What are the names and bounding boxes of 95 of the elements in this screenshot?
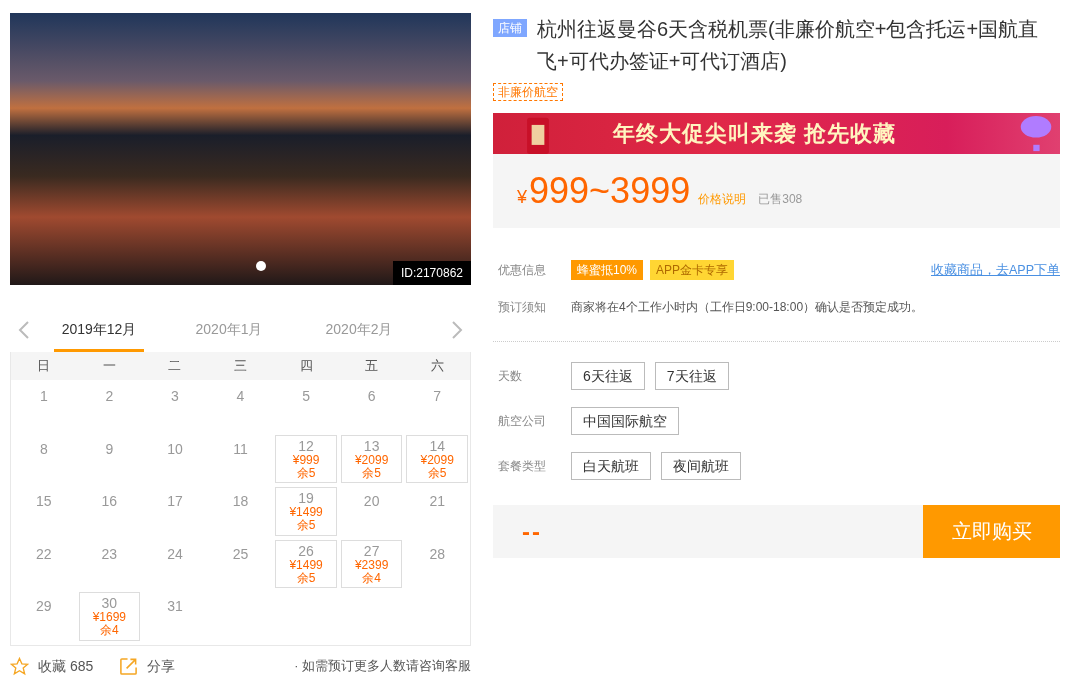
date-stock: 余5 <box>296 571 316 585</box>
date-number: 29 <box>36 599 52 614</box>
carousel-dot[interactable] <box>256 261 266 271</box>
date-price: ¥999 <box>292 453 320 467</box>
date-number: 1 <box>39 389 48 404</box>
shop-badge: 店铺 <box>493 19 527 37</box>
total-price: -- <box>522 517 542 546</box>
date-number: 2 <box>105 389 114 404</box>
option-button[interactable]: 夜间航班 <box>661 452 741 480</box>
price-range: 999~3999 <box>529 170 691 212</box>
date-number: 16 <box>101 494 118 509</box>
date-stock: 余4 <box>100 624 119 637</box>
currency-symbol: ¥ <box>517 187 527 208</box>
date-price: ¥2099 <box>354 453 389 467</box>
date-number: 24 <box>167 546 183 562</box>
price-note-link[interactable]: 价格说明 <box>698 191 747 208</box>
date-number: 9 <box>105 441 114 457</box>
balloon-icon <box>1018 113 1054 154</box>
option-button[interactable]: 白天航班 <box>571 452 651 480</box>
date-number: 23 <box>101 546 118 562</box>
date-cell[interactable]: 27 ¥2399 余4 <box>340 539 403 588</box>
promo-banner[interactable]: 年终大促尖叫来袭 抢先收藏 <box>493 113 1060 154</box>
field-label: 套餐类型 <box>498 457 547 475</box>
star-icon[interactable] <box>10 657 29 676</box>
offer-badge: 蜂蜜抵10% <box>571 260 644 280</box>
date-price: ¥1699 <box>92 611 127 624</box>
date-number: 4 <box>236 389 245 404</box>
date-stock: 余5 <box>296 519 316 532</box>
chevron-left-icon[interactable] <box>18 319 30 340</box>
date-number: 28 <box>429 546 445 562</box>
offer-badge: APP金卡专享 <box>650 260 735 280</box>
date-number: 25 <box>232 546 249 562</box>
date-number: 3 <box>171 389 179 404</box>
image-id-label: ID:2170862 <box>392 261 471 285</box>
date-number: 22 <box>36 546 52 562</box>
month-tab[interactable]: 2020年1月 <box>184 307 274 352</box>
date-price: ¥1499 <box>289 558 323 572</box>
field-label: 预订须知 <box>498 299 547 316</box>
date-number: 11 <box>233 441 248 457</box>
weekday-label: 一 <box>102 357 116 375</box>
date-stock: 余5 <box>427 466 447 480</box>
date-number: 27 <box>363 543 380 559</box>
buy-now-button[interactable]: 立即购买 <box>923 505 1060 558</box>
date-stock: 余5 <box>296 466 316 480</box>
weekday-label: 四 <box>299 357 313 375</box>
date-number: 14 <box>429 438 445 454</box>
option-button[interactable]: 6天往返 <box>571 362 645 390</box>
weekday-label: 五 <box>365 357 379 375</box>
date-cell[interactable]: 26 ¥1499 余5 <box>275 539 337 588</box>
date-price: ¥1499 <box>289 506 323 519</box>
product-tag: 非廉价航空 <box>493 83 563 101</box>
field-label: 航空公司 <box>498 412 547 430</box>
booking-note: · 如需预订更多人数请咨询客服 <box>294 658 471 675</box>
date-number: 8 <box>39 441 48 457</box>
date-cell[interactable]: 14 ¥2099 余5 <box>406 434 468 483</box>
date-number: 21 <box>429 494 445 509</box>
date-number: 6 <box>367 389 376 404</box>
date-number: 15 <box>36 494 52 509</box>
date-number: 30 <box>101 596 118 611</box>
date-cell[interactable]: 13 ¥2099 余5 <box>340 434 403 483</box>
date-number: 7 <box>433 389 442 404</box>
option-button[interactable]: 7天往返 <box>654 362 729 390</box>
field-label: 优惠信息 <box>498 261 547 279</box>
date-number: 20 <box>363 494 380 509</box>
date-price: ¥2099 <box>420 453 454 467</box>
share-icon[interactable] <box>119 657 139 676</box>
date-number: 5 <box>302 389 310 404</box>
sold-count: 已售308 <box>758 191 803 208</box>
date-stock: 余5 <box>362 466 381 480</box>
date-stock: 余4 <box>362 571 381 585</box>
field-label: 天数 <box>498 367 523 385</box>
date-number: 19 <box>298 491 314 506</box>
option-button[interactable]: 中国国际航空 <box>571 407 679 435</box>
product-title: 杭州往返曼谷6天含税机票(非廉价航空+包含托运+国航直飞+可代办签证+可代订酒店) <box>537 17 1040 74</box>
app-order-link[interactable]: 收藏商品，去APP下单 <box>931 261 1060 279</box>
date-number: 13 <box>363 438 380 454</box>
date-cell[interactable]: 30 ¥1699 余4 <box>78 592 141 641</box>
chevron-right-icon[interactable] <box>451 319 463 340</box>
date-cell[interactable]: 12 ¥999 余5 <box>275 434 337 483</box>
month-tab[interactable]: 2020年2月 <box>314 307 404 352</box>
date-number: 31 <box>167 599 183 614</box>
weekday-label: 二 <box>168 357 182 375</box>
date-price: ¥2399 <box>354 558 389 572</box>
weekday-label: 六 <box>430 357 444 375</box>
date-number: 17 <box>167 494 183 509</box>
booking-notice: 商家将在4个工作小时内（工作日9:00-18:00）确认是否预定成功。 <box>571 299 924 316</box>
date-number: 10 <box>167 441 183 457</box>
weekday-label: 三 <box>234 357 247 375</box>
date-cell[interactable]: 19 ¥1499 余5 <box>275 487 337 536</box>
share-link[interactable]: 分享 <box>147 657 176 676</box>
weekday-label: 日 <box>37 357 51 375</box>
date-number: 12 <box>298 438 314 454</box>
favorite-link[interactable]: 收藏 685 <box>38 657 94 676</box>
date-number: 26 <box>298 543 314 559</box>
date-number: 18 <box>232 494 249 509</box>
